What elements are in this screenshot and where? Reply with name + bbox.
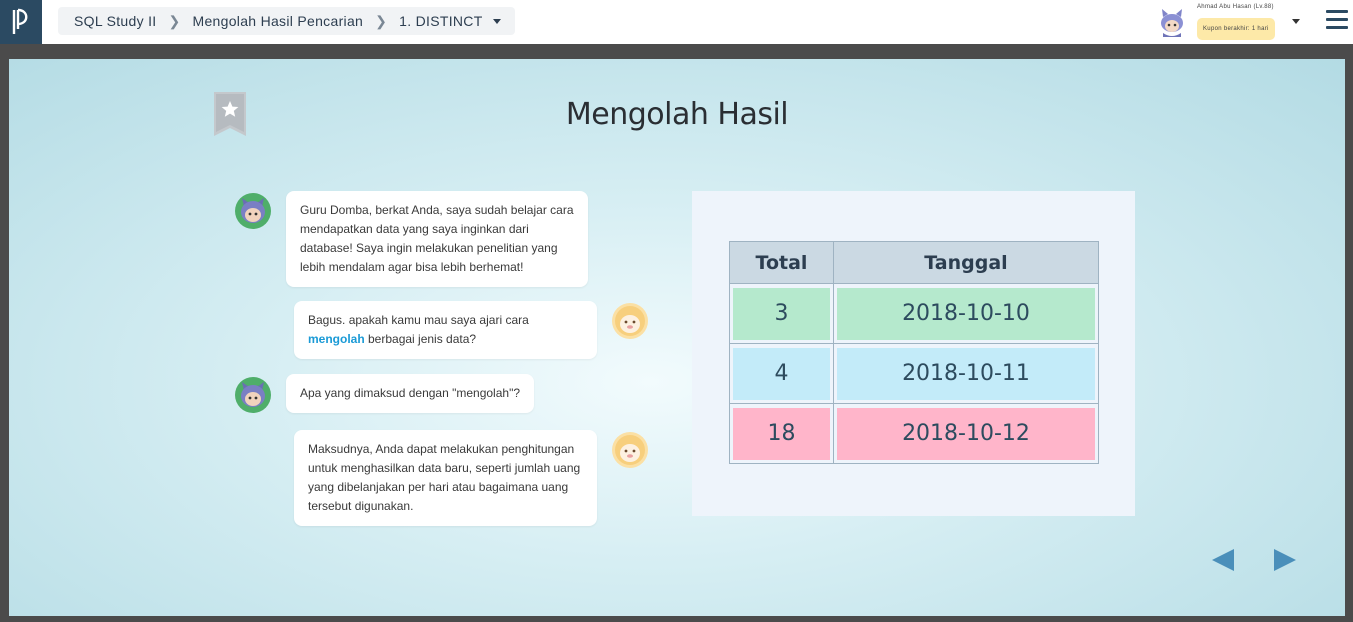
cell-total: 4	[733, 347, 830, 400]
user-name: Ahmad Abu Hasan (Lv.88)	[1197, 4, 1274, 10]
caret-down-icon[interactable]	[492, 18, 501, 24]
table-cell: 2018-10-12	[832, 403, 1100, 464]
table-cell: 2018-10-10	[832, 283, 1100, 344]
slide-title: Mengolah Hasil	[565, 97, 789, 132]
column-header-date: Tanggal	[832, 241, 1100, 284]
chat-bubble-teacher: Maksudnya, Anda dapat melakukan penghitu…	[294, 430, 597, 526]
caret-down-icon[interactable]	[1292, 19, 1300, 24]
table-cell: 18	[729, 403, 834, 464]
highlight-word: mengolah	[308, 332, 365, 346]
breadcrumb-course[interactable]: SQL Study II	[74, 13, 156, 29]
lesson-slide: Mengolah Hasil Guru Domba, berkat Anda, …	[9, 59, 1345, 616]
prev-arrow-icon[interactable]	[1208, 545, 1238, 575]
table-cell: 2018-10-11	[832, 343, 1100, 404]
chat-text: Bagus. apakah kamu mau saya ajari cara	[308, 313, 529, 327]
coupon-badge: Kupon berakhir: 1 hari	[1197, 18, 1275, 40]
chat-bubble-teacher: Bagus. apakah kamu mau saya ajari cara m…	[294, 301, 597, 359]
result-table-card: Total Tanggal 3 2018-10-10 4 2018-10-11 …	[692, 191, 1135, 516]
breadcrumb-chapter[interactable]: Mengolah Hasil Pencarian	[192, 13, 363, 29]
table-cell: 3	[729, 283, 834, 344]
table-row: 18 2018-10-12	[729, 403, 1100, 464]
cell-date: 2018-10-11	[836, 347, 1095, 400]
chat-bubble-student: Guru Domba, berkat Anda, saya sudah bela…	[286, 191, 588, 287]
top-bar: SQL Study II ❯ Mengolah Hasil Pencarian …	[0, 0, 1353, 44]
cell-total: 18	[733, 407, 830, 460]
breadcrumb: SQL Study II ❯ Mengolah Hasil Pencarian …	[58, 7, 515, 35]
next-arrow-icon[interactable]	[1270, 545, 1300, 575]
chat-bubble-student: Apa yang dimaksud dengan "mengolah"?	[286, 374, 535, 413]
brand-logo-icon[interactable]	[0, 0, 42, 44]
user-avatar[interactable]	[1157, 8, 1187, 38]
breadcrumb-lesson[interactable]: 1. DISTINCT	[399, 13, 482, 29]
teacher-avatar	[612, 432, 648, 468]
table-header-row: Total Tanggal	[729, 241, 1100, 284]
table-cell: 4	[729, 343, 834, 404]
table-row: 4 2018-10-11	[729, 343, 1100, 404]
result-table: Total Tanggal 3 2018-10-10 4 2018-10-11 …	[729, 241, 1100, 464]
cell-date: 2018-10-10	[836, 287, 1095, 340]
teacher-avatar	[612, 303, 648, 339]
student-avatar	[235, 377, 271, 413]
student-avatar	[235, 193, 271, 229]
chevron-right-icon: ❯	[375, 12, 388, 29]
hamburger-menu-icon[interactable]	[1326, 10, 1348, 32]
cell-total: 3	[733, 287, 830, 340]
chevron-right-icon: ❯	[168, 12, 181, 29]
table-row: 3 2018-10-10	[729, 283, 1100, 344]
column-header-total: Total	[729, 241, 834, 284]
chat-text: berbagai jenis data?	[364, 332, 477, 346]
cell-date: 2018-10-12	[836, 407, 1095, 460]
